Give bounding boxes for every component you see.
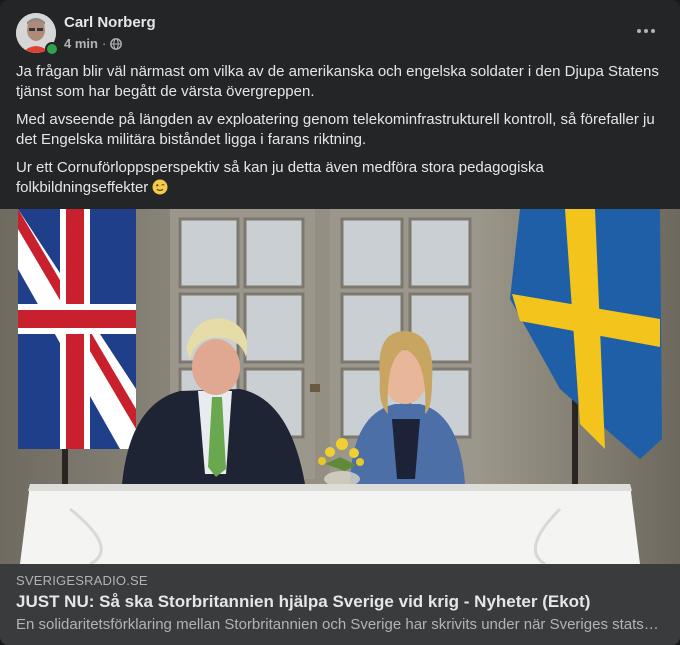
post-text: Ja frågan blir väl närmast om vilka av d… xyxy=(16,62,664,206)
post-paragraph: Ur ett Cornuförloppsperspektiv så kan ju… xyxy=(16,158,664,198)
link-preview-card[interactable]: SVERIGESRADIO.SE JUST NU: Så ska Storbri… xyxy=(0,564,680,645)
news-photo xyxy=(0,209,680,564)
meta-separator: · xyxy=(101,36,107,51)
link-title[interactable]: JUST NU: Så ska Storbritannien hjälpa Sv… xyxy=(16,592,590,612)
post-paragraph: Med avseende på längden av exploatering … xyxy=(16,111,655,148)
online-status-dot xyxy=(45,42,59,56)
post-header: Carl Norberg 4 min · xyxy=(16,13,664,57)
post-meta: 4 min · xyxy=(64,36,123,51)
post-timestamp[interactable]: 4 min xyxy=(64,36,98,51)
globe-icon[interactable] xyxy=(110,37,123,50)
link-domain: SVERIGESRADIO.SE xyxy=(16,573,148,588)
more-options-button[interactable] xyxy=(628,17,664,45)
post-paragraph: Ja frågan blir väl närmast om vilka av d… xyxy=(16,63,659,100)
link-description: En solidaritetsförklaring mellan Storbri… xyxy=(16,616,666,633)
author-name[interactable]: Carl Norberg xyxy=(64,14,156,31)
post-paragraph-text: Ur ett Cornuförloppsperspektiv så kan ju… xyxy=(16,159,544,196)
post-card: Carl Norberg 4 min · Ja frågan blir väl … xyxy=(0,0,680,645)
link-preview-image[interactable] xyxy=(0,209,680,564)
winking-face-emoji-icon xyxy=(152,179,168,195)
more-dots-icon xyxy=(637,29,655,33)
